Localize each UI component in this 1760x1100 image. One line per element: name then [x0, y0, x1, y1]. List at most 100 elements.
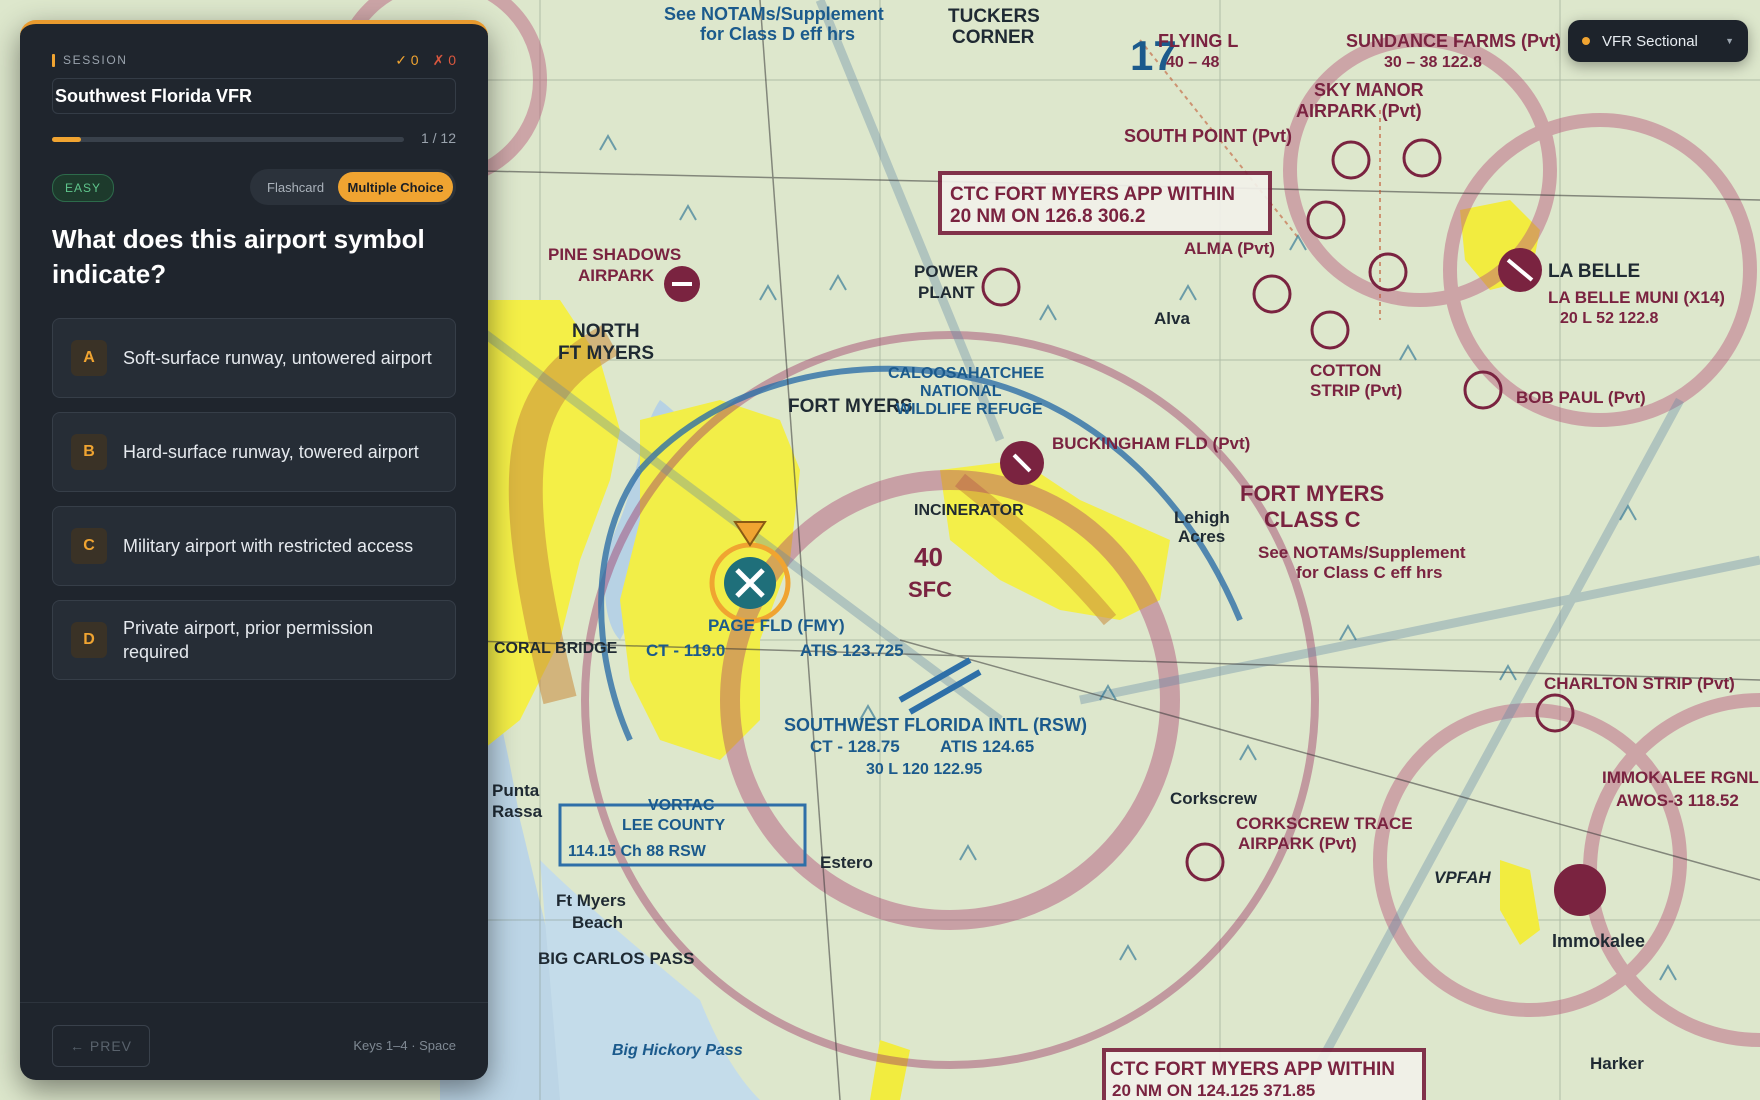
map-label-corkscrew-trace: CORKSCREW TRACE [1236, 814, 1413, 833]
map-label-ft-myers-beach: Ft Myers [556, 891, 626, 910]
answer-letter: C [71, 528, 107, 564]
status-dot-icon [1582, 37, 1590, 45]
map-label-wildlife: WILDLIFE REFUGE [896, 401, 1043, 418]
map-label-rsw-freq: 114.15 Ch 88 RSW [568, 843, 707, 860]
map-label-see-notams-2: See NOTAMs/Supplement [1258, 543, 1466, 562]
answer-letter: D [71, 622, 107, 658]
map-label-lehigh: Lehigh [1174, 508, 1230, 527]
map-label-corner: CORNER [952, 27, 1035, 48]
map-label-cotton: COTTON [1310, 361, 1381, 380]
map-label-atis-123: ATIS 123.725 [800, 641, 904, 660]
answer-option-c[interactable]: C Military airport with restricted acces… [52, 506, 456, 586]
answer-text: Military airport with restricted access [123, 536, 414, 556]
difficulty-badge: EASY [52, 174, 115, 202]
session-title-field[interactable]: Southwest Florida VFR [52, 78, 456, 114]
map-label-corkscrew-airpark: AIRPARK (Pvt) [1238, 834, 1357, 853]
map-label-class-c-hrs: for Class C eff hrs [1296, 563, 1442, 582]
map-label-beach: Beach [572, 913, 623, 932]
map-label-estero: Estero [820, 853, 873, 872]
keyboard-hint: Keys 1–4 · Space [353, 1038, 456, 1053]
answer-option-b[interactable]: B Hard-surface runway, towered airport [52, 412, 456, 492]
map-label-alma: ALMA (Pvt) [1184, 239, 1275, 258]
map-label-plant: PLANT [918, 283, 975, 302]
map-label-rsw-info: 30 L 120 122.95 [866, 761, 982, 778]
answer-text: Soft-surface runway, untowered airport [123, 348, 432, 368]
session-header: SESSION ✓ 0 ✗ 0 [52, 52, 456, 68]
map-label-la-belle: LA BELLE [1548, 261, 1640, 282]
map-label-vpfah: VPFAH [1434, 868, 1491, 887]
correct-count: ✓ 0 [395, 51, 419, 68]
map-label-bob-paul: BOB PAUL (Pvt) [1516, 388, 1646, 407]
map-label-fort-myers-c: FORT MYERS [1240, 481, 1384, 506]
wrong-count: ✗ 0 [432, 51, 456, 68]
mode-flashcard-button[interactable]: Flashcard [253, 172, 338, 202]
map-label-flying-l-elev: 40 – 48 [1166, 54, 1219, 71]
map-label-vortac: VORTAC [648, 797, 715, 814]
session-label: SESSION [63, 53, 128, 67]
map-label-pine-shadows: PINE SHADOWS [548, 245, 681, 264]
map-label-big-hickory: Big Hickory Pass [612, 1042, 743, 1059]
session-accent-bar [52, 53, 55, 67]
progress-bar [52, 137, 404, 142]
map-label-awos: AWOS-3 118.52 [1616, 791, 1739, 810]
question-text: What does this airport symbol indicate? [52, 224, 425, 289]
map-label-power: POWER [914, 262, 978, 281]
map-label-big-carlos: BIG CARLOS PASS [538, 949, 694, 968]
map-label-forty: 40 [914, 542, 943, 572]
map-label-alva: Alva [1154, 309, 1190, 328]
map-label-sundance-elev: 30 – 38 122.8 [1384, 54, 1482, 71]
map-label-north: NORTH [572, 321, 640, 342]
map-label-acres: Acres [1178, 527, 1225, 546]
chevron-down-icon: ▼ [1725, 36, 1734, 46]
map-label-ct-128: CT - 128.75 [810, 737, 900, 756]
map-label-immokalee: Immokalee [1552, 931, 1645, 951]
progress-text: 1 / 12 [420, 130, 456, 146]
map-label-ct-119: CT - 119.0 [646, 641, 725, 660]
map-label-ctc-1: CTC FORT MYERS APP WITHIN [950, 184, 1235, 205]
map-label-charlton: CHARLTON STRIP (Pvt) [1544, 674, 1735, 693]
footer-divider [20, 1002, 488, 1003]
map-label-ft-myers: FT MYERS [558, 343, 654, 364]
map-label-see-notams: See NOTAMs/Supplement [664, 4, 884, 24]
map-label-caloosahatchee: CALOOSAHATCHEE [888, 365, 1044, 382]
score-counter: ✓ 0 ✗ 0 [395, 52, 456, 69]
map-label-punta: Punta [492, 781, 540, 800]
quiz-panel: SESSION ✓ 0 ✗ 0 Southwest Florida VFR 1 … [20, 20, 488, 1080]
answer-option-d[interactable]: D Private airport, prior permission requ… [52, 600, 456, 680]
map-label-class-c: CLASS C [1264, 507, 1361, 532]
map-label-lee-county: LEE COUNTY [622, 817, 725, 834]
map-label-buckingham: BUCKINGHAM FLD (Pvt) [1052, 434, 1250, 453]
map-label-coral-bridge: CORAL BRIDGE [494, 640, 618, 657]
map-label-ctc-1b: 20 NM ON 126.8 306.2 [950, 206, 1145, 227]
map-label-national: NATIONAL [920, 383, 1002, 400]
mode-toggle: Flashcard Multiple Choice [250, 169, 456, 205]
prev-button[interactable]: ← PREV [52, 1025, 150, 1067]
answer-list: A Soft-surface runway, untowered airport… [52, 318, 456, 694]
map-label-la-belle-info: 20 L 52 122.8 [1560, 310, 1659, 327]
map-label-sfc: SFC [908, 577, 952, 602]
progress-fill [52, 137, 82, 142]
answer-text: Private airport, prior permission requir… [123, 618, 374, 662]
answer-text: Hard-surface runway, towered airport [123, 442, 419, 462]
map-label-harker: Harker [1590, 1054, 1644, 1073]
map-label-ctc-2: CTC FORT MYERS APP WITHIN [1110, 1059, 1395, 1080]
map-label-rsw: SOUTHWEST FLORIDA INTL (RSW) [784, 715, 1087, 735]
mode-multiple-choice-button[interactable]: Multiple Choice [338, 172, 453, 202]
chart-type-label: VFR Sectional [1602, 32, 1698, 50]
map-label-fort-myers: FORT MYERS [788, 396, 913, 417]
answer-letter: A [71, 340, 107, 376]
map-label-immokalee-rgnl: IMMOKALEE RGNL [1602, 768, 1759, 787]
map-label-rassa: Rassa [492, 802, 543, 821]
map-label-corkscrew: Corkscrew [1170, 789, 1258, 808]
chart-type-dropdown[interactable]: VFR Sectional ▼ [1568, 20, 1748, 62]
map-label-sundance: SUNDANCE FARMS (Pvt) [1346, 31, 1561, 51]
answer-letter: B [71, 434, 107, 470]
map-label-flying-l: FLYING L [1158, 31, 1238, 51]
map-label-cotton-strip: STRIP (Pvt) [1310, 381, 1402, 400]
map-label-tuckers: TUCKERS [948, 6, 1040, 27]
map-label-sky-manor-2: AIRPARK (Pvt) [1296, 101, 1422, 121]
map-label-sky-manor: SKY MANOR [1314, 80, 1424, 100]
map-label-la-belle-muni: LA BELLE MUNI (X14) [1548, 288, 1725, 307]
answer-option-a[interactable]: A Soft-surface runway, untowered airport [52, 318, 456, 398]
map-label-atis-124: ATIS 124.65 [940, 737, 1034, 756]
